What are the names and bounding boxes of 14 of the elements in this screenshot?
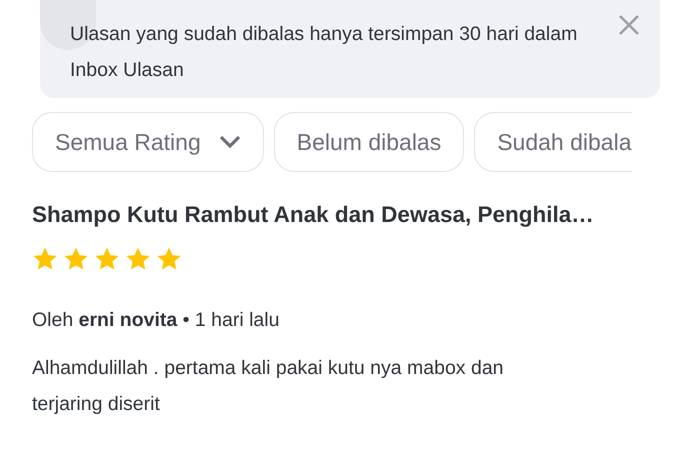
star-icon bbox=[32, 246, 58, 272]
close-icon[interactable] bbox=[618, 14, 640, 36]
notice-text: Ulasan yang sudah dibalas hanya tersimpan 30 hari dalam Inbox Ulasan bbox=[70, 22, 578, 83]
chevron-down-icon bbox=[218, 135, 241, 149]
star-icon bbox=[94, 246, 120, 272]
review-text: Alhamdulillah . pertama kali pakai kutu nya mabox dan terjaring diserit bbox=[32, 356, 505, 417]
product-title: Shampo Kutu Rambut Anak dan Dewasa, Penghila… bbox=[32, 202, 595, 228]
review-meta: Oleh erni novita • 1 hari lalu bbox=[32, 309, 280, 332]
star-icon bbox=[125, 246, 151, 272]
star-icon bbox=[156, 246, 182, 272]
filter-chip[interactable]: Belum dibalas bbox=[274, 112, 464, 172]
filter-chip[interactable]: Semua Rating bbox=[32, 112, 264, 172]
star-icon bbox=[63, 246, 89, 272]
filter-chip[interactable]: Sudah dibala bbox=[474, 112, 632, 172]
